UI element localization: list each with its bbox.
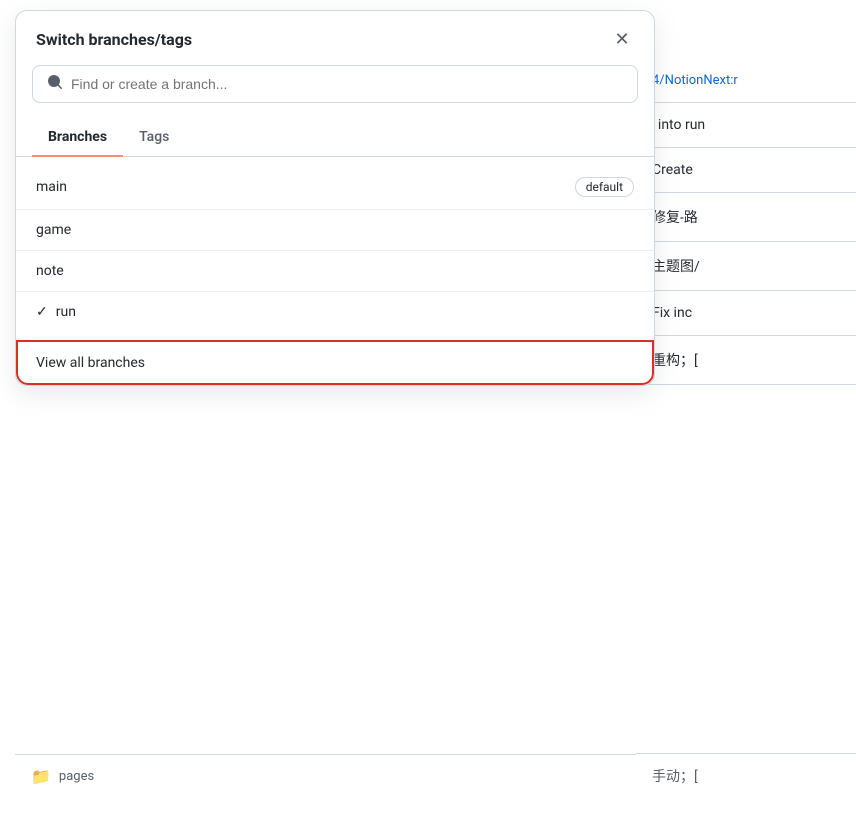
branch-name-main: main [36, 179, 67, 195]
branch-item-left-note: note [36, 263, 64, 279]
branch-name-run: run [56, 304, 76, 320]
view-all-branches-button[interactable]: View all branches [16, 340, 654, 385]
dropdown-panel: Switch branches/tags ✕ Branches Tags [15, 10, 655, 386]
branch-item-left-run: ✓ run [36, 304, 76, 320]
default-badge: default [575, 177, 634, 197]
tab-tags[interactable]: Tags [123, 119, 185, 157]
tabs-bar: Branches Tags [16, 119, 654, 157]
dropdown-header: Switch branches/tags ✕ [16, 11, 654, 65]
folder-name: pages [59, 769, 94, 784]
commit-theme: 主题图/ [636, 242, 856, 291]
commit-into-run: ' into run [636, 103, 856, 148]
tab-branches[interactable]: Branches [32, 119, 123, 157]
commit-fix-road: 修复-路 [636, 193, 856, 242]
search-box [32, 65, 638, 103]
search-input[interactable] [71, 76, 623, 92]
branch-item-left-game: game [36, 222, 71, 238]
branch-name-note: note [36, 263, 64, 279]
search-container [16, 65, 654, 119]
folder-icon: 📁 [31, 767, 51, 786]
right-column: 4/NotionNext:r ' into run Create 修复-路 主题… [636, 58, 856, 385]
branch-list: main default game note ✓ run [16, 157, 654, 340]
search-icon [47, 74, 63, 94]
branch-item-main[interactable]: main default [16, 165, 654, 210]
branch-item-run[interactable]: ✓ run [16, 292, 654, 332]
commit-create: Create [636, 148, 856, 193]
notion-link[interactable]: 4/NotionNext:r [652, 73, 738, 88]
branch-item-note[interactable]: note [16, 251, 654, 292]
dropdown-overlay: Switch branches/tags ✕ Branches Tags [15, 10, 655, 386]
checkmark-icon: ✓ [36, 304, 48, 320]
branch-name-game: game [36, 222, 71, 238]
dropdown-title: Switch branches/tags [36, 30, 192, 49]
right-link-item: 4/NotionNext:r [636, 58, 856, 103]
branch-item-game[interactable]: game [16, 210, 654, 251]
close-button[interactable]: ✕ [610, 27, 634, 51]
commit-refactor: 重构；[ [636, 336, 856, 385]
commit-fix-inc: Fix inc [636, 291, 856, 336]
branch-item-left-main: main [36, 179, 67, 195]
close-icon: ✕ [614, 29, 629, 50]
bottom-right: 手动；[ [636, 753, 856, 798]
